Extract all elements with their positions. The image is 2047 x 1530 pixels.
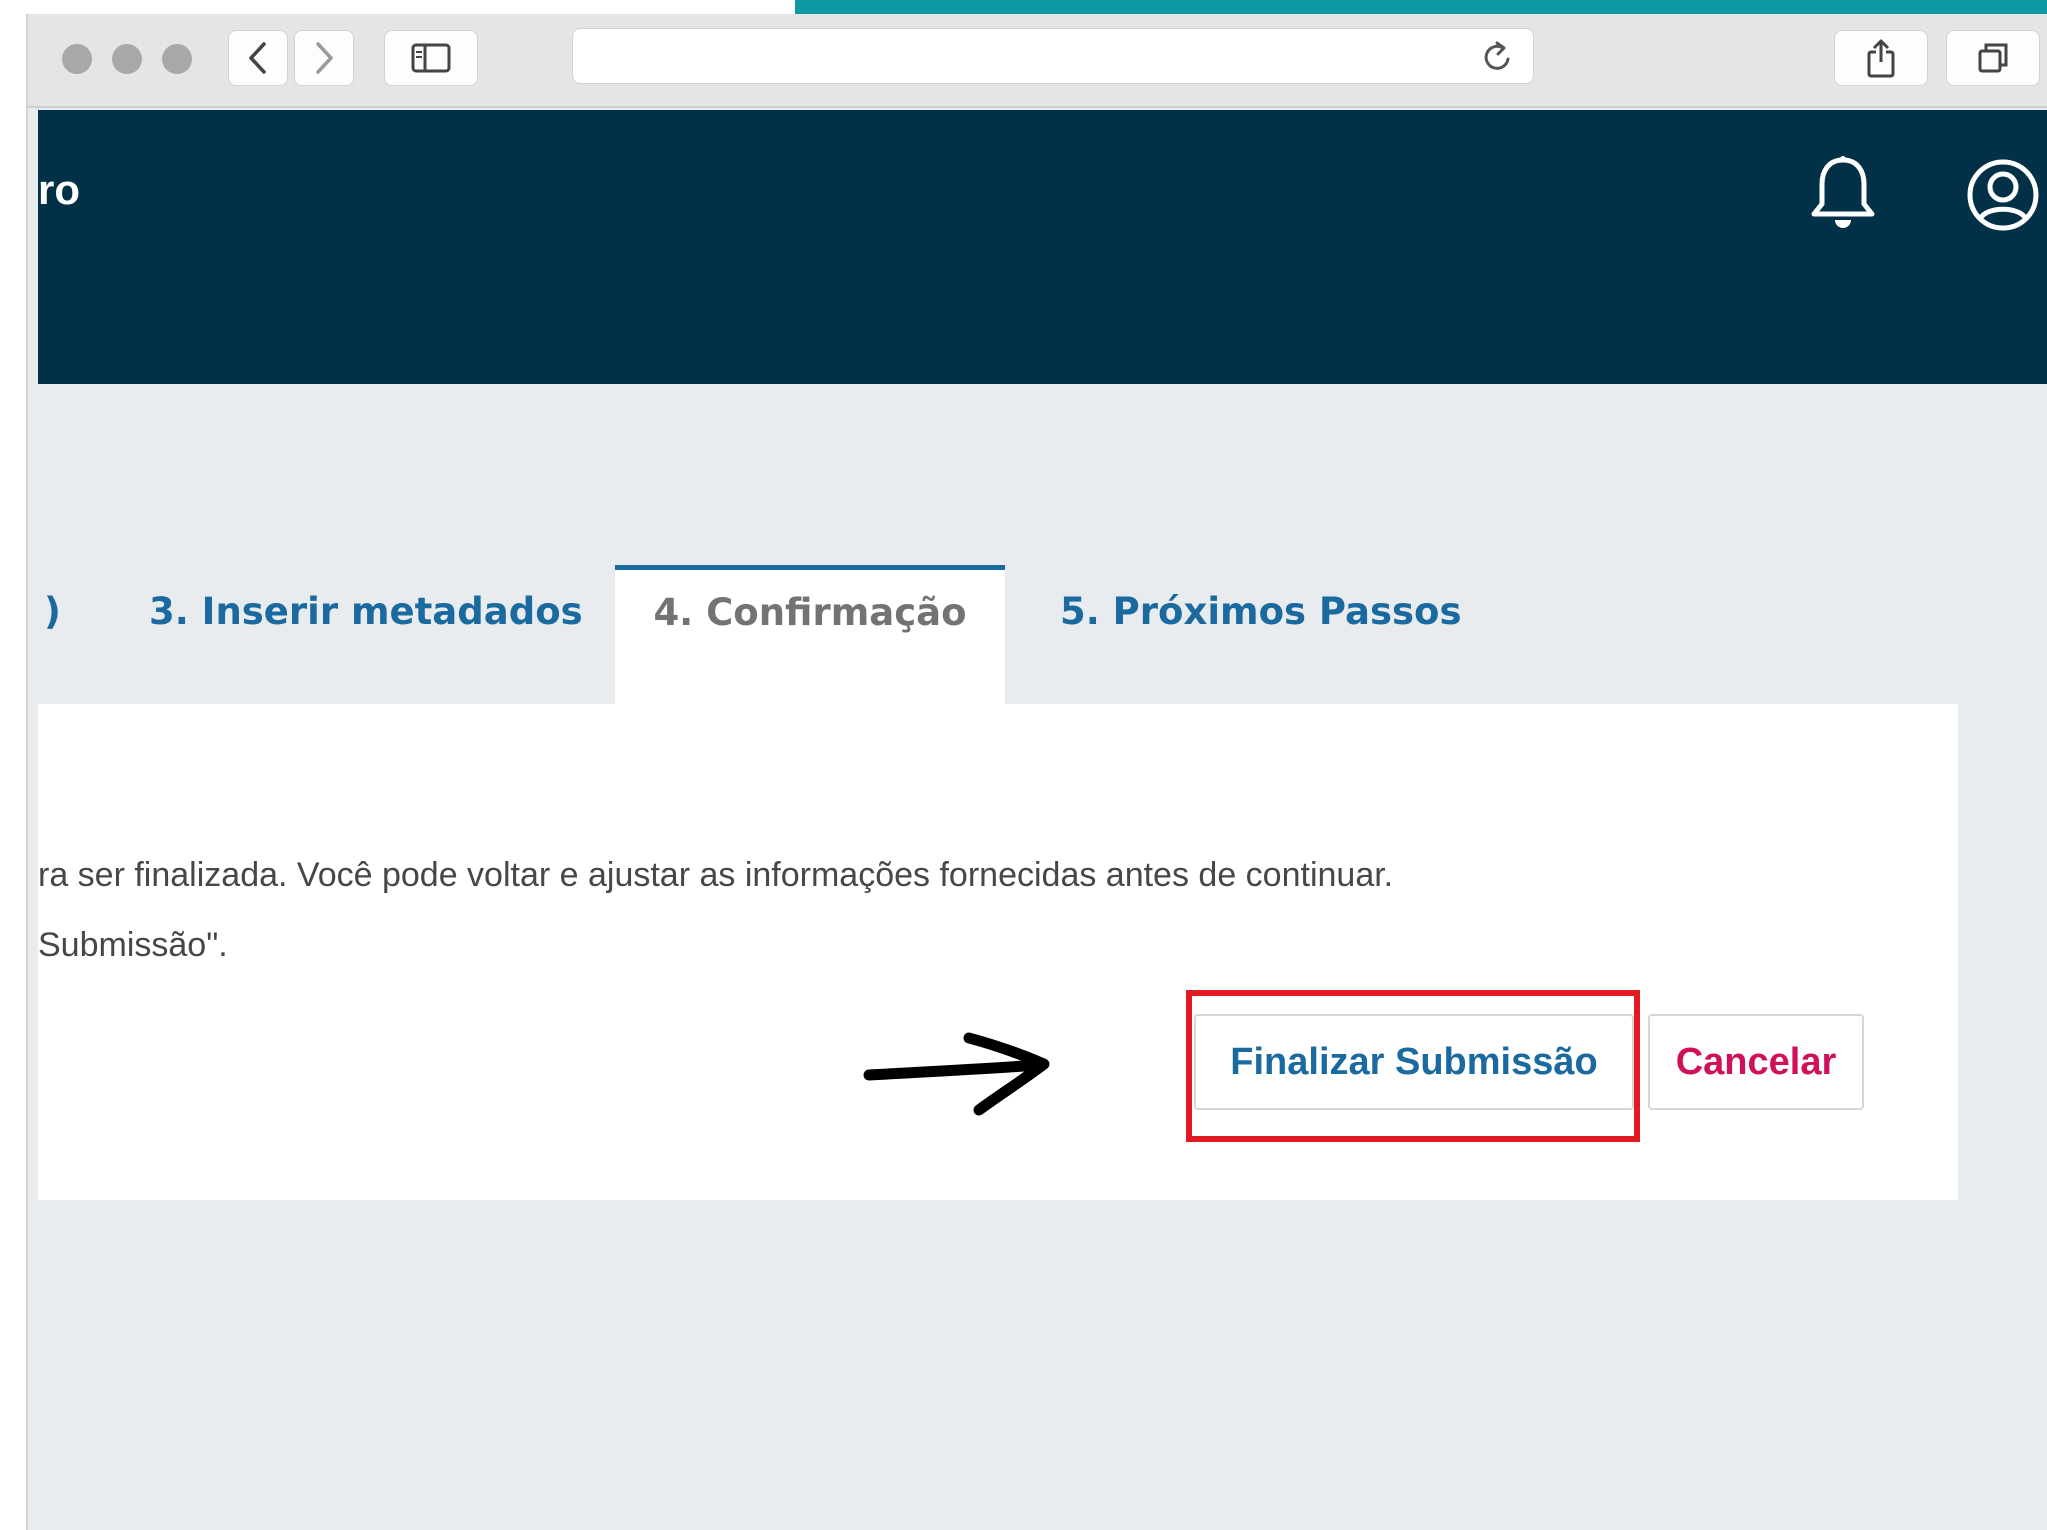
app-header: ro <box>38 110 2047 384</box>
browser-window: ro ) 3. Inserir metadados 4. Confirmação… <box>26 14 2047 1530</box>
tab-previous-partial[interactable]: ) <box>44 569 62 654</box>
user-circle-icon[interactable] <box>1966 158 2040 232</box>
tab-next-steps[interactable]: 5. Próximos Passos <box>1060 569 1461 654</box>
share-icon <box>1867 39 1895 78</box>
bell-icon[interactable] <box>1806 154 1880 234</box>
chevron-right-icon <box>316 42 333 74</box>
cancel-button[interactable]: Cancelar <box>1648 1014 1864 1110</box>
arrow-right-icon <box>863 1032 1050 1116</box>
browser-toolbar <box>28 14 2047 108</box>
confirmation-message-line-1: ra ser finalizada. Você pode voltar e aj… <box>38 856 1394 894</box>
chevron-left-icon <box>249 42 266 74</box>
share-button[interactable] <box>1834 30 1928 86</box>
tab-label: 3. Inserir metadados <box>149 590 583 633</box>
top-accent-strip <box>795 0 2047 14</box>
address-bar[interactable] <box>572 28 1534 84</box>
zoom-window-dot[interactable] <box>162 44 192 74</box>
back-button[interactable] <box>228 30 288 86</box>
confirmation-message-line-2: Submissão". <box>38 926 228 964</box>
sidebar-toggle-button[interactable] <box>384 30 478 86</box>
forward-button[interactable] <box>294 30 354 86</box>
highlight-box <box>1186 990 1640 1142</box>
tabs-overview-button[interactable] <box>1946 30 2040 86</box>
tab-partial-label: ) <box>44 590 61 633</box>
tab-label: 5. Próximos Passos <box>1060 590 1462 633</box>
minimize-window-dot[interactable] <box>112 44 142 74</box>
tab-confirmation[interactable]: 4. Confirmação <box>615 570 1005 655</box>
reload-icon[interactable] <box>1481 40 1515 74</box>
tabs-icon <box>1978 43 2008 73</box>
confirmation-panel: ra ser finalizada. Você pode voltar e aj… <box>38 704 1958 1200</box>
sidebar-icon <box>411 43 451 73</box>
tab-insert-metadata[interactable]: 3. Inserir metadados <box>149 569 583 654</box>
site-title[interactable]: ro <box>38 166 80 214</box>
close-window-dot[interactable] <box>62 44 92 74</box>
tab-label: 4. Confirmação <box>653 591 967 634</box>
